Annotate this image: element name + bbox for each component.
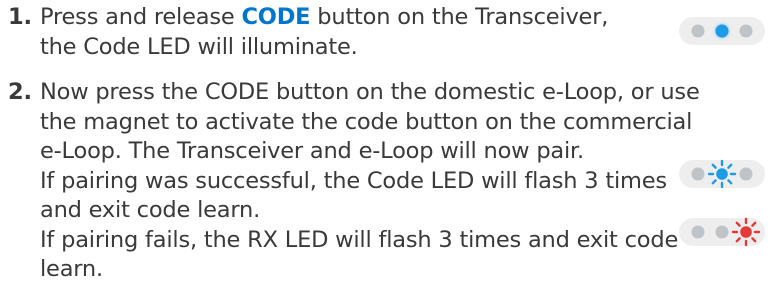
led-off-icon bbox=[691, 24, 705, 38]
led-off-icon bbox=[715, 225, 729, 239]
step-line: and exit code learn. bbox=[40, 197, 261, 223]
step-line: e-Loop. The Transceiver and e-Loop will … bbox=[40, 138, 584, 164]
led-indicator-code-on bbox=[679, 17, 765, 45]
led-red-flash-icon bbox=[731, 217, 761, 247]
step-number: 1. bbox=[8, 4, 32, 30]
step-line: Press and release CODE button on the Tra… bbox=[40, 3, 608, 33]
text-segment: Press and release bbox=[40, 4, 242, 30]
led-off-icon bbox=[739, 24, 753, 38]
step-text: Now press the CODE button on the domesti… bbox=[40, 78, 700, 285]
step-text: Press and release CODE button on the Tra… bbox=[40, 3, 608, 62]
led-off-icon bbox=[691, 167, 705, 181]
led-indicator-code-flash bbox=[679, 159, 765, 189]
step-line: Now press the CODE button on the domesti… bbox=[40, 79, 700, 105]
step-line: learn. bbox=[40, 256, 103, 282]
led-blue-flash-icon bbox=[707, 159, 737, 189]
step-line: If pairing fails, the RX LED will flash … bbox=[40, 226, 679, 253]
led-indicator-rx-flash bbox=[679, 217, 765, 247]
led-off-icon bbox=[691, 225, 705, 239]
led-blue-icon bbox=[715, 24, 729, 38]
code-button-label: CODE bbox=[241, 4, 311, 30]
step-number: 2. bbox=[8, 79, 32, 105]
step-line: the magnet to activate the code button o… bbox=[40, 108, 693, 135]
text-segment: button on the Transceiver, bbox=[310, 4, 609, 30]
step-line: If pairing was successful, the Code LED … bbox=[40, 167, 667, 194]
step-line: the Code LED will illuminate. bbox=[40, 33, 358, 60]
led-off-icon bbox=[739, 167, 753, 181]
